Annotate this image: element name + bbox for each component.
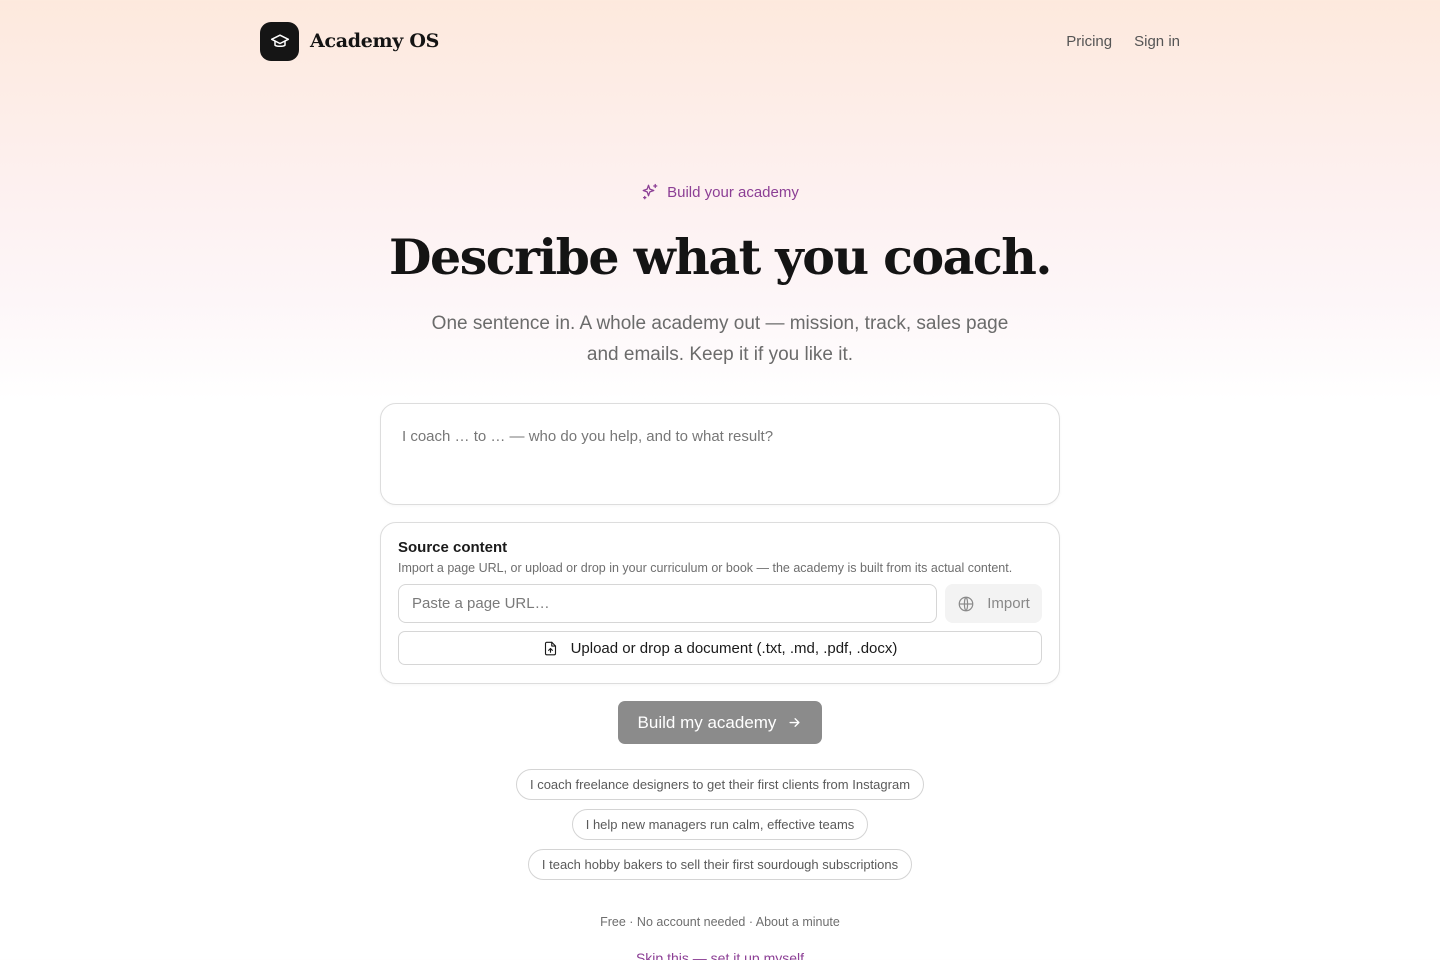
file-upload-icon [543,640,558,657]
page-title: Describe what you coach. [389,228,1052,286]
top-nav: Academy OS Pricing Sign in [260,21,1180,61]
globe-icon [957,595,975,613]
nav-link-pricing[interactable]: Pricing [1066,33,1112,50]
upload-document-button[interactable]: Upload or drop a document (.txt, .md, .p… [398,631,1042,665]
example-chip[interactable]: I coach freelance designers to get their… [515,769,925,800]
example-chip[interactable]: I help new managers run calm, effective … [571,809,869,840]
footnote: Free · No account needed · About a minut… [600,915,840,929]
build-academy-label: Build my academy [637,712,777,732]
sparkles-icon [641,183,659,201]
import-button[interactable]: Import [945,584,1042,623]
page-subtitle: One sentence in. A whole academy out — m… [431,313,1009,365]
example-chip[interactable]: I teach hobby bakers to sell their first… [527,849,913,880]
eyebrow: Build your academy [0,183,1440,201]
coach-description-box [380,403,1060,505]
logo [260,21,299,61]
brand[interactable]: Academy OS [260,21,440,61]
graduation-cap-icon [270,31,290,51]
upload-label: Upload or drop a document (.txt, .md, .p… [570,639,898,657]
arrow-right-icon [787,715,802,730]
import-label: Import [987,595,1030,612]
page-url-input[interactable] [398,584,937,623]
brand-name: Academy OS [310,30,440,52]
source-content-card: Source content Import a page URL, or upl… [380,522,1060,684]
source-content-title: Source content [398,539,508,556]
url-import-row: Import [398,584,1042,623]
source-content-description: Import a page URL, or upload or drop in … [398,561,1013,575]
eyebrow-label: Build your academy [667,183,799,201]
nav-links: Pricing Sign in [1066,33,1180,50]
example-prompts: I coach freelance designers to get their… [0,769,1440,880]
build-academy-button[interactable]: Build my academy [618,701,822,744]
skip-setup-link[interactable]: Skip this — set it up myself [0,950,1440,960]
nav-link-sign-in[interactable]: Sign in [1134,33,1180,50]
coach-description-input[interactable] [381,404,1059,504]
